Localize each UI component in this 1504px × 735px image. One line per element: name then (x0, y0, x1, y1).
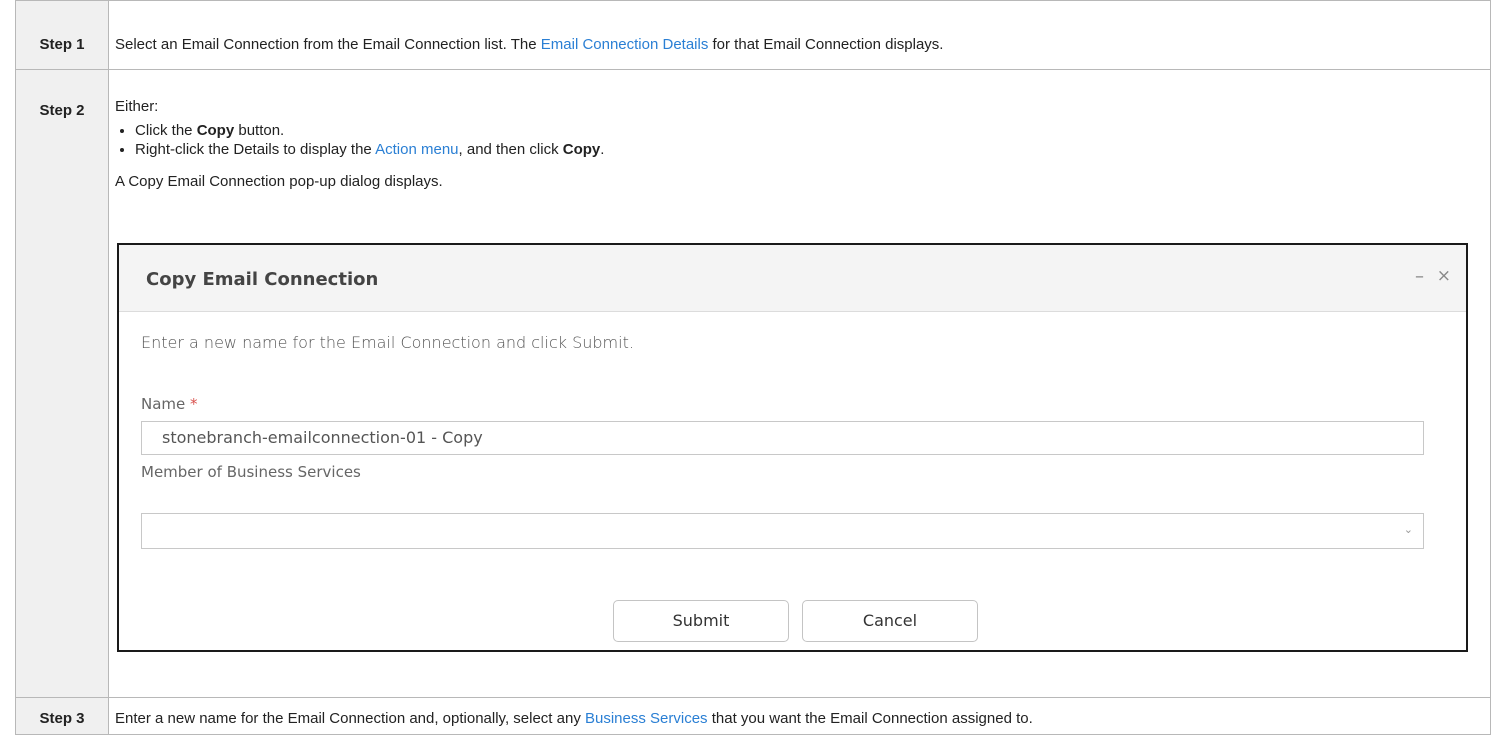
text-segment: that you want the Email Connection assig… (707, 710, 1033, 727)
text-segment: , and then click (458, 141, 563, 158)
chevron-down-icon[interactable]: ⌄ (1404, 523, 1413, 536)
step-label: Step 3 (39, 710, 85, 727)
step-row: Step 1 Select an Email Connection from t… (15, 0, 1491, 70)
action-menu-link[interactable]: Action menu (375, 141, 458, 158)
required-marker: * (190, 395, 198, 413)
minimize-icon[interactable]: – (1415, 266, 1424, 287)
name-field[interactable]: stonebranch-emailconnection-01 - Copy (141, 421, 1424, 455)
step-text: Select an Email Connection from the Emai… (115, 36, 1484, 53)
text-segment: button. (234, 122, 285, 139)
bold-text: Copy (562, 141, 601, 158)
close-icon[interactable]: × (1437, 266, 1451, 286)
text-segment: Select an Email Connection from the Emai… (115, 36, 541, 53)
step-label: Step 2 (39, 102, 85, 119)
text-segment: Right-click the Details to display the (135, 141, 376, 158)
step-row: Step 3 Enter a new name for the Email Co… (15, 697, 1491, 735)
name-label: Name * (141, 395, 198, 413)
business-services-select[interactable]: ⌄ (141, 513, 1424, 549)
popup-text: A Copy Email Connection pop-up dialog di… (115, 173, 443, 190)
step-label-cell: Step 1 (15, 0, 109, 70)
text-segment: Enter a new name for the Email Connectio… (115, 710, 585, 727)
step-text: Enter a new name for the Email Connectio… (115, 710, 1484, 727)
step-label: Step 1 (39, 36, 85, 53)
text-segment: for that Email Connection displays. (708, 36, 944, 53)
step-label-cell: Step 2 (15, 69, 109, 698)
copy-email-connection-dialog: Copy Email Connection – × Enter a new na… (117, 243, 1468, 652)
member-of-business-services-label: Member of Business Services (141, 463, 361, 481)
step-body-cell: Enter a new name for the Email Connectio… (108, 697, 1491, 735)
submit-button[interactable]: Submit (613, 600, 789, 642)
step-label-cell: Step 3 (15, 697, 109, 735)
business-services-link[interactable]: Business Services (585, 710, 708, 727)
list-item: Click the Copy button. (135, 121, 1484, 140)
dialog-header: Copy Email Connection – × (119, 245, 1466, 312)
email-connection-details-link[interactable]: Email Connection Details (541, 36, 709, 53)
list-item: Right-click the Details to display the A… (135, 140, 1484, 159)
text-segment: . (600, 141, 605, 158)
cancel-button[interactable]: Cancel (802, 600, 978, 642)
step-body-cell: Select an Email Connection from the Emai… (108, 0, 1491, 70)
dialog-title: Copy Email Connection (146, 269, 379, 290)
bold-text: Copy (196, 122, 235, 139)
options-list: Click the Copy button. Right-click the D… (115, 121, 1484, 159)
name-label-text: Name (141, 395, 186, 413)
text-segment: Click the (135, 122, 197, 139)
either-text: Either: (115, 98, 159, 115)
dialog-instruction: Enter a new name for the Email Connectio… (141, 333, 634, 352)
